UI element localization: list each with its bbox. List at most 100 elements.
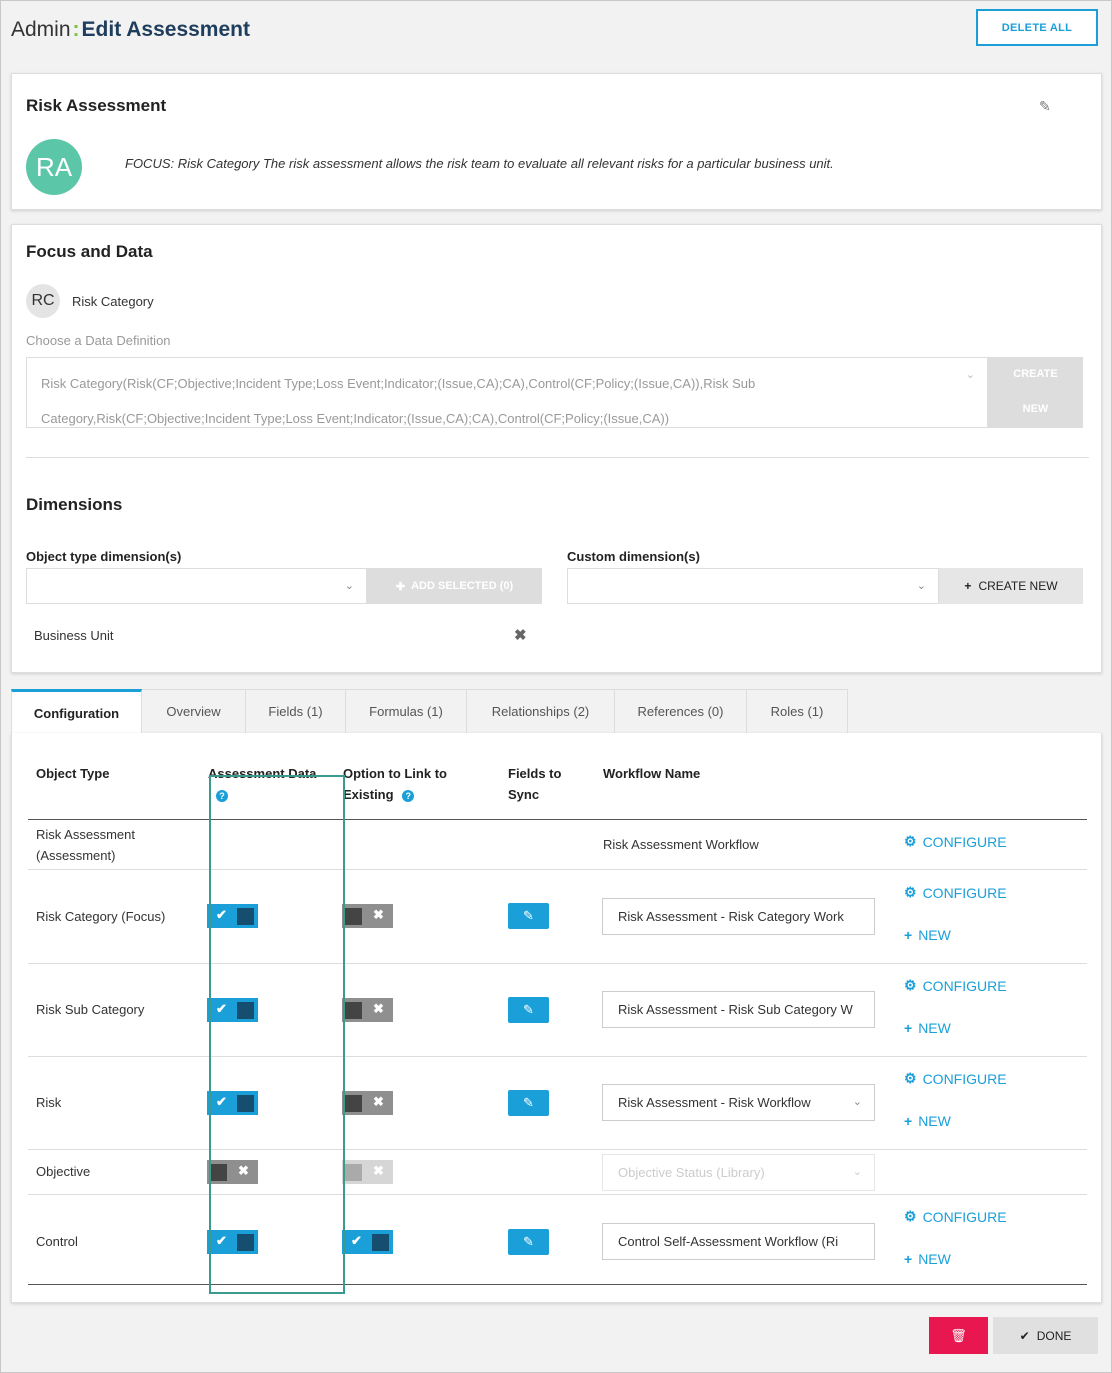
object-dimension-select[interactable]: ⌄ xyxy=(26,568,367,604)
assessment-card: Risk Assessment ✎ RA FOCUS: Risk Categor… xyxy=(11,73,1102,210)
configure-link[interactable]: ⚙ CONFIGURE xyxy=(904,1208,1007,1225)
chevron-down-icon: ⌄ xyxy=(852,1166,862,1178)
link-existing-toggle[interactable]: ✖ xyxy=(342,1091,393,1115)
row-divider xyxy=(28,869,1087,870)
row-object-name: Objective xyxy=(36,1164,91,1179)
pencil-icon: ✎ xyxy=(523,1095,534,1110)
table-bottom-border xyxy=(28,1284,1087,1285)
add-selected-label: ADD SELECTED (0) xyxy=(411,580,514,592)
help-icon[interactable]: ? xyxy=(402,790,415,802)
assessment-data-toggle[interactable]: ✔ xyxy=(207,998,258,1022)
dimension-item: Business Unit xyxy=(34,628,114,643)
configure-link[interactable]: ⚙ CONFIGURE xyxy=(904,1070,1007,1087)
check-icon: ✔ xyxy=(351,1233,362,1248)
assessment-title: Risk Assessment xyxy=(26,96,167,115)
col-fields-sync-line2: Sync xyxy=(508,787,540,802)
assessment-description: FOCUS: Risk Category The risk assessment… xyxy=(125,156,834,171)
done-button[interactable]: ✔ DONE xyxy=(993,1317,1098,1354)
divider xyxy=(26,457,1089,458)
link-existing-toggle[interactable]: ✖ xyxy=(342,998,393,1022)
tab-formulas[interactable]: Formulas (1) xyxy=(346,689,467,734)
new-link[interactable]: + NEW xyxy=(904,1251,951,1267)
plus-icon: + xyxy=(904,1020,913,1036)
chevron-down-icon: ⌄ xyxy=(344,580,354,592)
custom-dimension-select[interactable]: ⌄ xyxy=(567,568,939,604)
check-icon: ✔ xyxy=(216,907,227,922)
row-object-name-line1: Risk Assessment xyxy=(36,827,135,842)
workflow-name-text: Risk Assessment Workflow xyxy=(603,837,759,852)
add-selected-button: ✚ ADD SELECTED (0) xyxy=(367,568,542,604)
new-link[interactable]: + NEW xyxy=(904,1020,951,1036)
create-new-dimension-button[interactable]: + CREATE NEW xyxy=(939,568,1083,604)
workflow-select[interactable]: Risk Assessment - Risk Workflow ⌄ xyxy=(602,1084,875,1121)
row-object-name-line2: (Assessment) xyxy=(36,848,116,863)
workflow-select[interactable]: Control Self-Assessment Workflow (Ri xyxy=(602,1223,875,1260)
assessment-data-toggle[interactable]: ✔ xyxy=(207,1091,258,1115)
toggle-knob xyxy=(345,1095,362,1112)
focus-name: Risk Category xyxy=(72,294,154,309)
check-icon: ✔ xyxy=(216,1094,227,1109)
workflow-select-value: Objective Status (Library) xyxy=(618,1165,765,1180)
workflow-select: Objective Status (Library) ⌄ xyxy=(602,1154,875,1191)
delete-all-button[interactable]: DELETE ALL xyxy=(976,9,1098,46)
x-icon: ✖ xyxy=(373,1001,384,1016)
tab-roles[interactable]: Roles (1) xyxy=(747,689,848,734)
page-title: Edit Assessment xyxy=(81,18,250,41)
row-object-name: Control xyxy=(36,1234,78,1249)
tab-fields[interactable]: Fields (1) xyxy=(246,689,346,734)
workflow-select[interactable]: Risk Assessment - Risk Sub Category W xyxy=(602,991,875,1028)
edit-fields-button[interactable]: ✎ xyxy=(508,997,549,1023)
configuration-card: Object Type Assessment Data ? Option to … xyxy=(11,733,1102,1303)
col-assessment-data-label: Assessment Data xyxy=(208,766,317,781)
workflow-select[interactable]: Risk Assessment - Risk Category Work xyxy=(602,898,875,935)
create-data-definition-button: CREATE NEW xyxy=(988,357,1083,428)
tab-relationships[interactable]: Relationships (2) xyxy=(467,689,615,734)
col-option-link-line1: Option to Link to xyxy=(343,766,447,781)
assessment-data-toggle[interactable]: ✔ xyxy=(207,904,258,928)
row-object-name: Risk Category (Focus) xyxy=(36,909,166,924)
x-icon: ✖ xyxy=(238,1163,249,1178)
help-icon[interactable]: ? xyxy=(216,790,228,802)
col-option-link: Option to Link to Existing ? xyxy=(343,763,447,805)
data-definition-select: Risk Category(Risk(CF;Objective;Incident… xyxy=(26,357,988,428)
breadcrumb-separator: : xyxy=(72,18,80,41)
delete-button[interactable]: 🗑 xyxy=(929,1317,988,1354)
edit-fields-button[interactable]: ✎ xyxy=(508,1090,549,1116)
row-object-name: Risk xyxy=(36,1095,62,1110)
col-object-type: Object Type xyxy=(36,766,110,781)
create-new-label: CREATE NEW xyxy=(978,579,1058,593)
x-icon: ✖ xyxy=(373,1094,384,1109)
tab-references[interactable]: References (0) xyxy=(615,689,747,734)
assessment-avatar: RA xyxy=(26,139,82,195)
new-label: NEW xyxy=(918,1113,951,1129)
pencil-icon: ✎ xyxy=(523,908,534,923)
gear-icon: ⚙ xyxy=(904,1070,917,1086)
link-existing-toggle[interactable]: ✖ xyxy=(342,904,393,928)
link-existing-toggle[interactable]: ✔ xyxy=(342,1230,393,1254)
edit-fields-button[interactable]: ✎ xyxy=(508,1229,549,1255)
toggle-knob xyxy=(237,1095,254,1112)
new-link[interactable]: + NEW xyxy=(904,927,951,943)
chevron-down-icon: ⌄ xyxy=(852,1096,862,1108)
chevron-down-icon: ⌄ xyxy=(916,580,926,592)
new-link[interactable]: + NEW xyxy=(904,1113,951,1129)
configure-link[interactable]: ⚙ CONFIGURE xyxy=(904,884,1007,901)
configure-link[interactable]: ⚙ CONFIGURE xyxy=(904,977,1007,994)
remove-x-icon[interactable]: ✖ xyxy=(514,626,527,644)
workflow-select-value: Risk Assessment - Risk Workflow xyxy=(618,1095,811,1110)
gear-icon: ⚙ xyxy=(904,884,917,900)
edit-fields-button[interactable]: ✎ xyxy=(508,903,549,929)
edit-pencil-icon[interactable]: ✎ xyxy=(1039,98,1051,115)
tab-configuration[interactable]: Configuration xyxy=(11,689,142,734)
assessment-data-toggle[interactable]: ✔ xyxy=(207,1230,258,1254)
new-label: NEW xyxy=(918,927,951,943)
check-icon: ✔ xyxy=(1019,1328,1030,1343)
focus-title: Focus and Data xyxy=(26,242,153,261)
check-icon: ✔ xyxy=(216,1233,227,1248)
tab-overview[interactable]: Overview xyxy=(142,689,246,734)
breadcrumb-admin[interactable]: Admin xyxy=(11,18,71,42)
create-line-2: NEW xyxy=(1022,403,1049,415)
configure-link[interactable]: ⚙ CONFIGURE xyxy=(904,833,1007,850)
create-line-1: CREATE xyxy=(1013,368,1058,380)
assessment-data-toggle[interactable]: ✖ xyxy=(207,1160,258,1184)
